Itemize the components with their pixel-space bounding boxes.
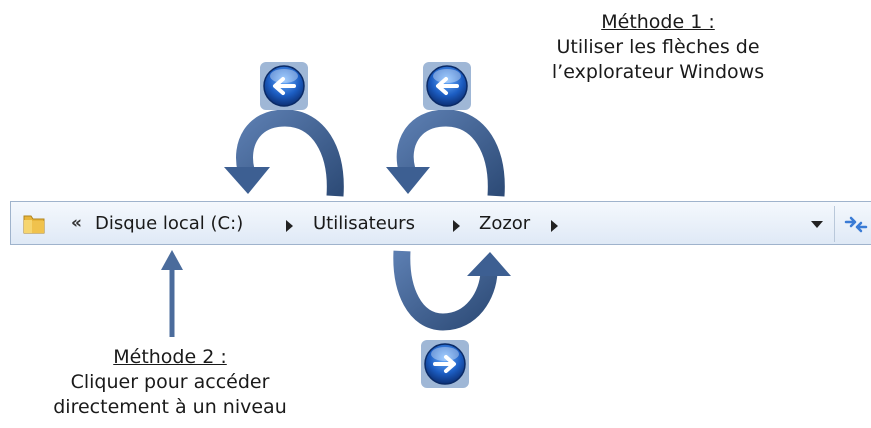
folder-icon	[23, 215, 45, 234]
method1-line-1: Utiliser les flèches de	[556, 36, 760, 58]
curved-arrow-forward	[393, 250, 511, 331]
method2-caption: Méthode 2 : Cliquer pour accéder directe…	[10, 345, 330, 420]
breadcrumb-utilisateurs[interactable]: Utilisateurs	[313, 213, 415, 234]
method1-title: Méthode 1 :	[601, 11, 715, 33]
breadcrumb-disque-local[interactable]: Disque local (C:)	[95, 213, 243, 234]
chevron-down-icon[interactable]	[811, 221, 823, 228]
method2-title: Méthode 2 :	[113, 346, 227, 368]
back-arrow-orb-icon-2	[423, 62, 471, 110]
refresh-icon[interactable]	[843, 212, 869, 236]
back-arrow-orb-icon	[260, 62, 308, 110]
curved-arrow-back-left	[224, 109, 344, 197]
breadcrumb-zozor[interactable]: Zozor	[479, 213, 530, 234]
breadcrumb-overflow-chevron[interactable]: «	[71, 213, 82, 233]
method1-line-2: l’explorateur Windows	[551, 61, 765, 83]
forward-arrow-orb-icon	[421, 340, 469, 388]
pointer-arrow-method2	[161, 250, 183, 337]
breadcrumb-separator-arrow-icon[interactable]	[286, 220, 293, 232]
toolbar-divider	[834, 206, 835, 242]
breadcrumb-separator-arrow-icon-3[interactable]	[551, 220, 558, 232]
method1-caption: Méthode 1 : Utiliser les flèches de l’ex…	[498, 10, 818, 85]
breadcrumb-separator-arrow-icon-2[interactable]	[453, 220, 460, 232]
address-bar[interactable]: « Disque local (C:) Utilisateurs Zozor	[10, 201, 871, 245]
method2-line-1: Cliquer pour accéder	[70, 371, 270, 393]
curved-arrow-back-right	[386, 109, 505, 197]
method2-line-2: directement à un niveau	[53, 396, 287, 418]
